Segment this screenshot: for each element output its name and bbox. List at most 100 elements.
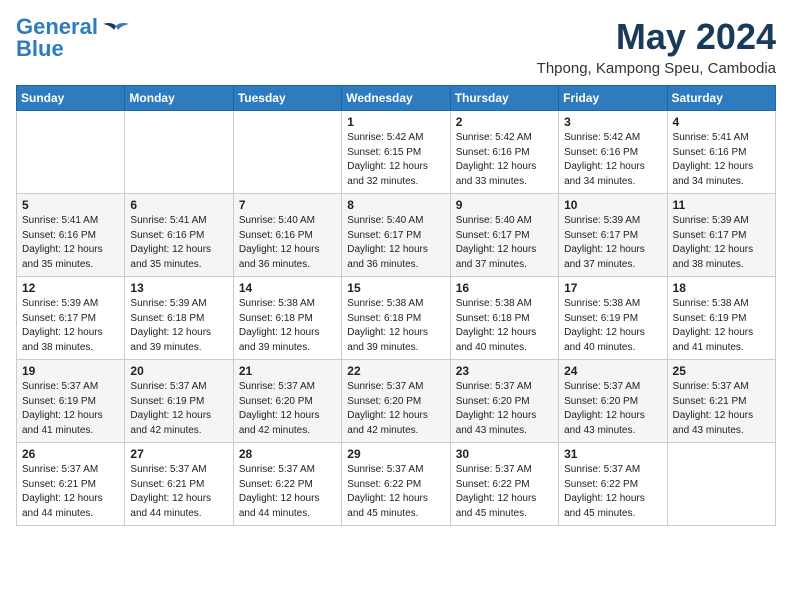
col-header-saturday: Saturday: [667, 86, 775, 111]
day-number: 6: [130, 198, 227, 212]
calendar-cell: 19 Sunrise: 5:37 AMSunset: 6:19 PMDayligh…: [17, 360, 125, 443]
calendar-cell: [233, 111, 341, 194]
calendar-cell: 17Sunrise: 5:38 AMSunset: 6:19 PMDayligh…: [559, 277, 667, 360]
cell-info: Sunrise: 5:38 AMSunset: 6:18 PMDaylight:…: [347, 297, 444, 355]
calendar-cell: 9 Sunrise: 5:40 AMSunset: 6:17 PMDaylight…: [450, 194, 558, 277]
cell-info: Sunrise: 5:38 AMSunset: 6:18 PMDaylight:…: [239, 297, 336, 355]
day-number: 25: [673, 364, 770, 378]
calendar-cell: 10 Sunrise: 5:39 AMSunset: 6:17 PMDayligh…: [559, 194, 667, 277]
cell-info: Sunrise: 5:37 AMSunset: 6:22 PMDaylight:…: [456, 463, 553, 521]
day-number: 26: [22, 447, 119, 461]
day-number: 15: [347, 281, 444, 295]
day-number: 12: [22, 281, 119, 295]
cell-info: Sunrise: 5:37 AMSunset: 6:20 PMDaylight:…: [347, 380, 444, 438]
day-number: 7: [239, 198, 336, 212]
calendar-cell: 5Sunrise: 5:41 AMSunset: 6:16 PMDaylight…: [17, 194, 125, 277]
cell-info: Sunrise: 5:37 AMSunset: 6:22 PMDaylight:…: [564, 463, 661, 521]
day-number: 10: [564, 198, 661, 212]
calendar-cell: 26Sunrise: 5:37 AMSunset: 6:21 PMDayligh…: [17, 443, 125, 526]
cell-info: Sunrise: 5:41 AMSunset: 6:16 PMDaylight:…: [673, 131, 770, 189]
calendar-cell: 14 Sunrise: 5:38 AMSunset: 6:18 PMDayligh…: [233, 277, 341, 360]
calendar-cell: 21 Sunrise: 5:37 AMSunset: 6:20 PMDayligh…: [233, 360, 341, 443]
cell-info: Sunrise: 5:40 AMSunset: 6:17 PMDaylight:…: [347, 214, 444, 272]
cell-info: Sunrise: 5:38 AMSunset: 6:18 PMDaylight:…: [456, 297, 553, 355]
calendar-cell: 7 Sunrise: 5:40 AMSunset: 6:16 PMDaylight…: [233, 194, 341, 277]
cell-info: Sunrise: 5:40 AMSunset: 6:17 PMDaylight:…: [456, 214, 553, 272]
day-number: 20: [130, 364, 227, 378]
day-number: 9: [456, 198, 553, 212]
cell-info: Sunrise: 5:39 AMSunset: 6:18 PMDaylight:…: [130, 297, 227, 355]
calendar-cell: 8 Sunrise: 5:40 AMSunset: 6:17 PMDaylight…: [342, 194, 450, 277]
calendar-cell: 25 Sunrise: 5:37 AMSunset: 6:21 PMDayligh…: [667, 360, 775, 443]
day-number: 24: [564, 364, 661, 378]
cell-info: Sunrise: 5:41 AMSunset: 6:16 PMDaylight:…: [130, 214, 227, 272]
calendar-cell: 30 Sunrise: 5:37 AMSunset: 6:22 PMDayligh…: [450, 443, 558, 526]
calendar-cell: 3 Sunrise: 5:42 AMSunset: 6:16 PMDaylight…: [559, 111, 667, 194]
day-number: 29: [347, 447, 444, 461]
calendar-cell: 13 Sunrise: 5:39 AMSunset: 6:18 PMDayligh…: [125, 277, 233, 360]
day-number: 28: [239, 447, 336, 461]
cell-info: Sunrise: 5:38 AMSunset: 6:19 PMDaylight:…: [673, 297, 770, 355]
calendar-cell: 23 Sunrise: 5:37 AMSunset: 6:20 PMDayligh…: [450, 360, 558, 443]
location-subtitle: Thpong, Kampong Speu, Cambodia: [537, 60, 776, 77]
cell-info: Sunrise: 5:42 AMSunset: 6:16 PMDaylight:…: [456, 131, 553, 189]
calendar-cell: 2 Sunrise: 5:42 AMSunset: 6:16 PMDaylight…: [450, 111, 558, 194]
day-number: 3: [564, 115, 661, 129]
day-number: 5: [22, 198, 119, 212]
col-header-wednesday: Wednesday: [342, 86, 450, 111]
calendar-cell: 16 Sunrise: 5:38 AMSunset: 6:18 PMDayligh…: [450, 277, 558, 360]
day-number: 8: [347, 198, 444, 212]
title-block: May 2024 Thpong, Kampong Speu, Cambodia: [537, 16, 776, 77]
cell-info: Sunrise: 5:42 AMSunset: 6:16 PMDaylight:…: [564, 131, 661, 189]
cell-info: Sunrise: 5:37 AMSunset: 6:20 PMDaylight:…: [239, 380, 336, 438]
calendar-cell: 20 Sunrise: 5:37 AMSunset: 6:19 PMDayligh…: [125, 360, 233, 443]
calendar-cell: 28 Sunrise: 5:37 AMSunset: 6:22 PMDayligh…: [233, 443, 341, 526]
cell-info: Sunrise: 5:39 AMSunset: 6:17 PMDaylight:…: [673, 214, 770, 272]
cell-info: Sunrise: 5:37 AMSunset: 6:20 PMDaylight:…: [564, 380, 661, 438]
cell-info: Sunrise: 5:37 AMSunset: 6:22 PMDaylight:…: [239, 463, 336, 521]
day-number: 16: [456, 281, 553, 295]
calendar-cell: [667, 443, 775, 526]
col-header-thursday: Thursday: [450, 86, 558, 111]
logo-text: GeneralBlue: [16, 16, 98, 60]
day-number: 2: [456, 115, 553, 129]
cell-info: Sunrise: 5:40 AMSunset: 6:16 PMDaylight:…: [239, 214, 336, 272]
day-number: 23: [456, 364, 553, 378]
cell-info: Sunrise: 5:37 AMSunset: 6:19 PMDaylight:…: [130, 380, 227, 438]
cell-info: Sunrise: 5:37 AMSunset: 6:21 PMDaylight:…: [130, 463, 227, 521]
day-number: 13: [130, 281, 227, 295]
col-header-sunday: Sunday: [17, 86, 125, 111]
day-number: 21: [239, 364, 336, 378]
calendar-cell: 22 Sunrise: 5:37 AMSunset: 6:20 PMDayligh…: [342, 360, 450, 443]
day-number: 27: [130, 447, 227, 461]
cell-info: Sunrise: 5:37 AMSunset: 6:21 PMDaylight:…: [673, 380, 770, 438]
day-number: 22: [347, 364, 444, 378]
calendar-cell: 24 Sunrise: 5:37 AMSunset: 6:20 PMDayligh…: [559, 360, 667, 443]
day-number: 1: [347, 115, 444, 129]
cell-info: Sunrise: 5:42 AMSunset: 6:15 PMDaylight:…: [347, 131, 444, 189]
calendar-cell: [17, 111, 125, 194]
day-number: 30: [456, 447, 553, 461]
day-number: 17: [564, 281, 661, 295]
day-number: 19: [22, 364, 119, 378]
calendar-cell: 15 Sunrise: 5:38 AMSunset: 6:18 PMDayligh…: [342, 277, 450, 360]
cell-info: Sunrise: 5:39 AMSunset: 6:17 PMDaylight:…: [564, 214, 661, 272]
col-header-tuesday: Tuesday: [233, 86, 341, 111]
calendar-cell: 27 Sunrise: 5:37 AMSunset: 6:21 PMDayligh…: [125, 443, 233, 526]
cell-info: Sunrise: 5:37 AMSunset: 6:20 PMDaylight:…: [456, 380, 553, 438]
logo: GeneralBlue: [16, 16, 130, 60]
day-number: 14: [239, 281, 336, 295]
calendar-cell: 4 Sunrise: 5:41 AMSunset: 6:16 PMDaylight…: [667, 111, 775, 194]
col-header-monday: Monday: [125, 86, 233, 111]
calendar-cell: 18Sunrise: 5:38 AMSunset: 6:19 PMDayligh…: [667, 277, 775, 360]
day-number: 11: [673, 198, 770, 212]
cell-info: Sunrise: 5:39 AMSunset: 6:17 PMDaylight:…: [22, 297, 119, 355]
calendar-cell: 11 Sunrise: 5:39 AMSunset: 6:17 PMDayligh…: [667, 194, 775, 277]
day-number: 31: [564, 447, 661, 461]
page-header: GeneralBlue May 2024 Thpong, Kampong Spe…: [16, 16, 776, 77]
day-number: 4: [673, 115, 770, 129]
calendar-cell: 12 Sunrise: 5:39 AMSunset: 6:17 PMDayligh…: [17, 277, 125, 360]
cell-info: Sunrise: 5:37 AMSunset: 6:19 PMDaylight:…: [22, 380, 119, 438]
cell-info: Sunrise: 5:37 AMSunset: 6:22 PMDaylight:…: [347, 463, 444, 521]
calendar-table: SundayMondayTuesdayWednesdayThursdayFrid…: [16, 85, 776, 526]
